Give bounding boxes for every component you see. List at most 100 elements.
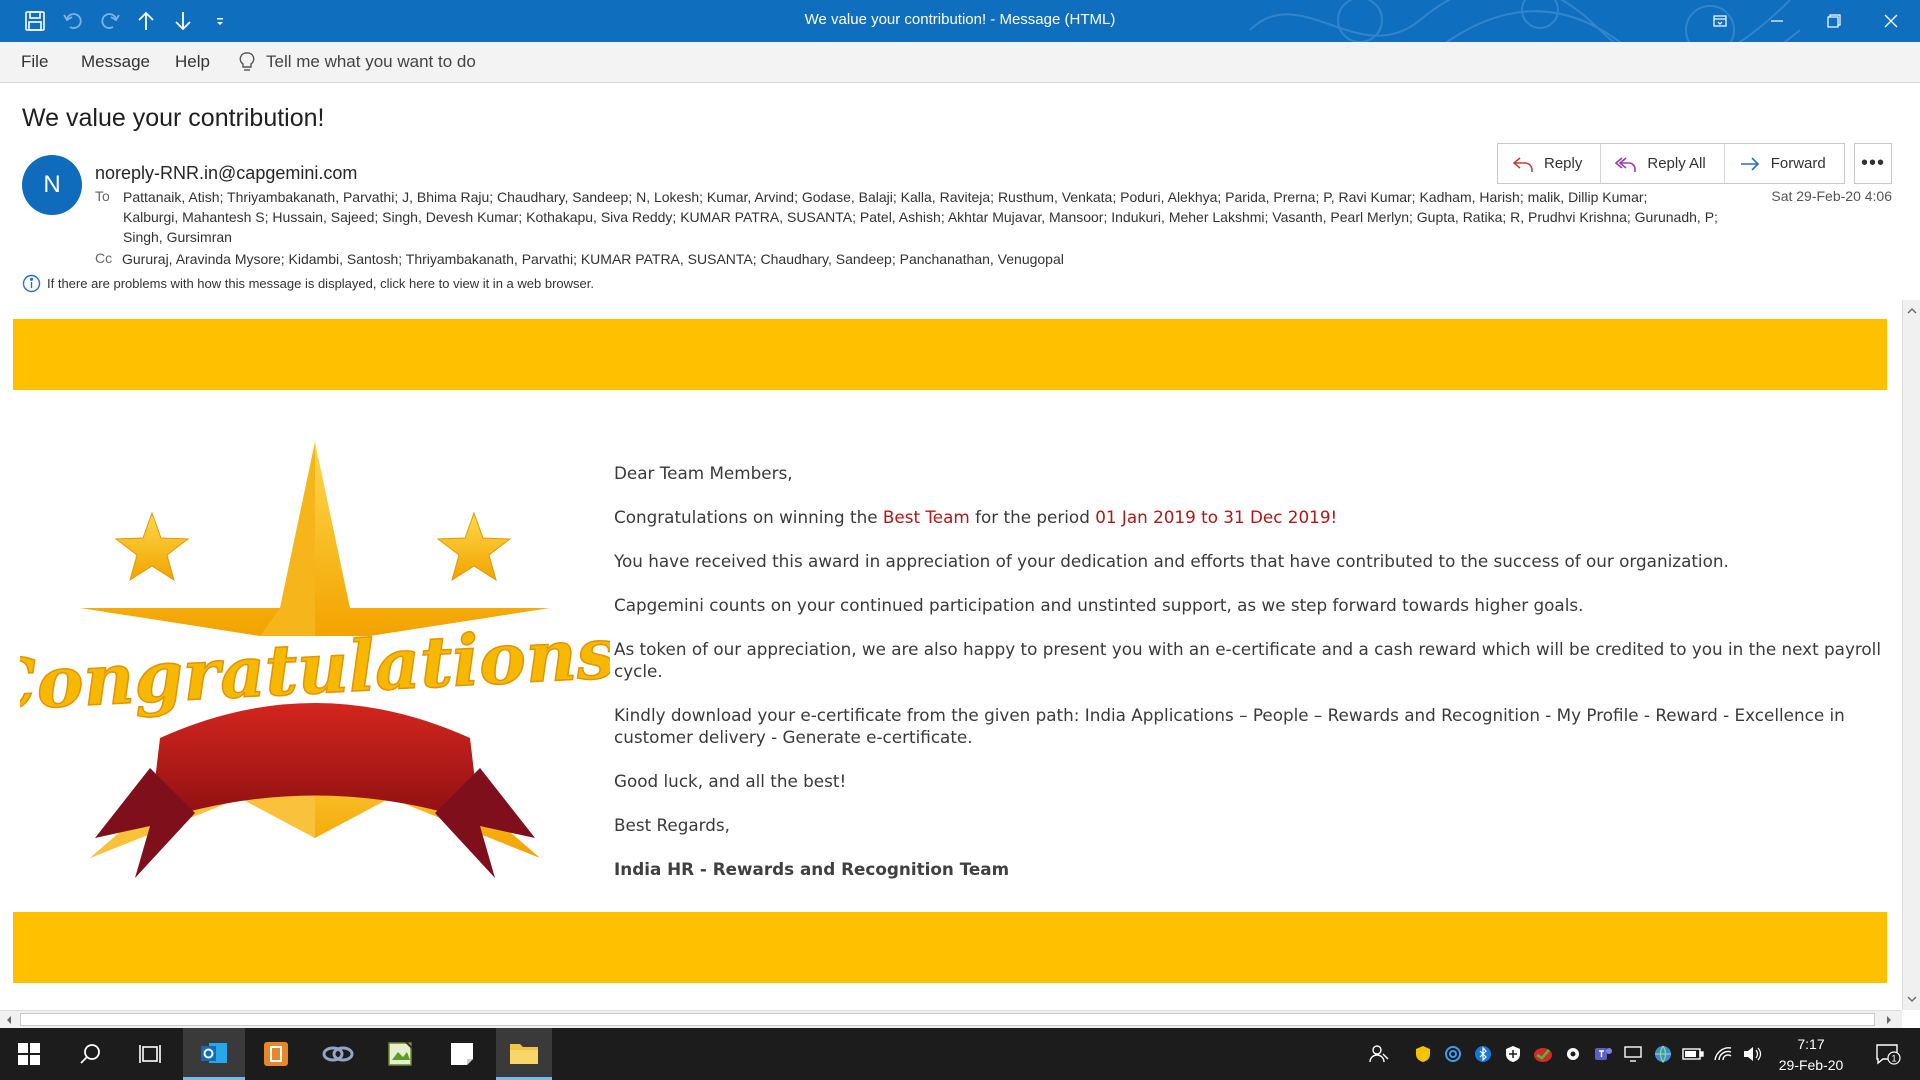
info-bar-text: If there are problems with how this mess… [47,276,594,291]
tab-help[interactable]: Help [175,42,210,82]
window-title: We value your contribution! - Message (H… [804,11,1116,28]
good-luck-paragraph: Good luck, and all the best! [614,771,847,791]
display-tray-icon[interactable] [1620,1028,1646,1080]
sender-avatar[interactable]: N [22,155,82,215]
scroll-right-icon[interactable] [1884,1015,1894,1025]
forward-button[interactable]: Forward [1725,144,1844,183]
volume-icon-glyph [1740,1028,1766,1080]
people-icon[interactable] [1366,1028,1392,1080]
signature: India HR - Rewards and Recognition Team [614,859,1010,879]
to-recipients[interactable]: Pattanaik, Atish; Thriyambakanath, Parva… [123,187,1753,247]
message-actions: Reply Reply All Forward [1497,143,1845,184]
windows-taskbar: 7:17 29-Feb-20 1 [0,1028,1920,1080]
taskbar-network-tool[interactable] [310,1028,366,1080]
taskbar-outlook[interactable] [183,1028,245,1080]
to-recipients-line: Pattanaik, Atish; Thriyambakanath, Parva… [123,189,1648,205]
award-period: 01 Jan 2019 to 31 Dec 2019! [1095,507,1338,527]
reply-button[interactable]: Reply [1498,144,1602,183]
link-chain-icon [322,1046,354,1062]
taskbar-sticky-notes[interactable] [434,1028,490,1080]
team-name: Best Team [882,507,970,527]
horizontal-scroll-thumb[interactable] [20,1013,1875,1026]
taskbar-powerpoint[interactable] [248,1028,304,1080]
horizontal-scrollbar[interactable] [0,1010,1902,1028]
appreciation-paragraph: You have received this award in apprecia… [614,551,1729,571]
vertical-scrollbar[interactable] [1902,300,1920,1010]
greeting: Dear Team Members, [614,463,793,483]
to-label: To [95,188,110,204]
sender-address[interactable]: noreply-RNR.in@capgemini.com [95,163,357,184]
regards-line: Best Regards, [614,815,730,835]
clock-time: 7:17 [1797,1036,1825,1052]
scroll-down-icon[interactable] [1907,994,1917,1004]
image-editor-icon [388,1041,413,1066]
task-view-button[interactable] [122,1028,178,1080]
reply-all-icon [1615,156,1637,172]
lightbulb-icon [239,52,255,71]
ribbon-tabs: File Message Help Tell me what you want … [0,42,1920,83]
message-date: Sat 29-Feb-20 4:06 [1771,188,1892,204]
certificate-paragraph: Kindly download your e-certificate from … [614,705,1845,747]
info-bar[interactable]: If there are problems with how this mess… [22,274,594,293]
clock-date: 29-Feb-20 [1778,1057,1844,1073]
security-shield-tray-icon[interactable] [1410,1028,1436,1080]
top-banner [13,319,1887,390]
taskbar-clock[interactable]: 7:17 29-Feb-20 [1768,1034,1854,1076]
congratulations-text: Congratulations! [20,610,610,728]
more-actions-button[interactable]: ••• [1854,143,1892,184]
title-bar: We value your contribution! - Message (H… [0,0,1920,42]
presentation-app-icon [264,1042,288,1066]
congrats-mid: for the period [969,507,1096,527]
action-center-button[interactable]: 1 [1868,1028,1908,1080]
letter-text: Dear Team Members, Congratulations on wi… [614,462,1886,902]
battery-icon[interactable] [1680,1028,1706,1080]
search-button[interactable] [62,1028,118,1080]
cc-label: Cc [95,250,113,266]
cc-recipients[interactable]: Gururaj, Aravinda Mysore; Kidambi, Santo… [122,249,1064,269]
congrats-paragraph: Congratulations on winning the Best Team… [614,506,1886,528]
info-icon [22,274,41,293]
congratulations-graphic: Congratulations! [20,442,610,878]
to-recipients-line: Kalburgi, Mahantesh S; Hussain, Sajeed; … [123,209,1718,225]
bluetooth-icon[interactable] [1470,1028,1496,1080]
antivirus-tray-icon[interactable] [1530,1028,1556,1080]
vpn-globe-icon[interactable] [1650,1028,1676,1080]
forward-label: Forward [1770,155,1826,172]
tell-me-label: Tell me what you want to do [266,52,476,71]
taskbar-image-editor[interactable] [372,1028,428,1080]
folder-icon [510,1043,538,1064]
tab-file[interactable]: File [21,42,48,82]
forward-icon [1740,156,1759,171]
reply-all-button[interactable]: Reply All [1601,144,1725,183]
notification-count: 1 [1891,1054,1896,1064]
scroll-left-icon[interactable] [4,1015,14,1025]
task-view-icon [139,1045,161,1063]
defender-icon[interactable] [1500,1028,1526,1080]
restore-icon[interactable] [1806,0,1862,42]
to-recipients-line: Singh, Gursimran [123,229,232,245]
taskbar-file-explorer[interactable] [496,1028,552,1080]
tab-message[interactable]: Message [81,42,150,82]
windows-logo-icon [18,1043,40,1065]
scroll-up-icon[interactable] [1907,306,1917,316]
message-body: Congratulations! Dear Team Members, Cong… [0,300,1902,1010]
ribbon-display-options-icon[interactable] [1692,0,1748,42]
reply-label: Reply [1544,155,1583,172]
minimize-icon[interactable] [1749,0,1805,42]
sync-tray-icon[interactable] [1440,1028,1466,1080]
teams-tray-icon[interactable] [1590,1028,1616,1080]
start-button[interactable] [0,1028,58,1080]
sticky-note-icon [451,1043,473,1065]
support-paragraph: Capgemini counts on your continued parti… [614,595,1584,615]
close-icon[interactable] [1863,0,1919,42]
congrats-prefix: Congratulations on winning the [614,507,883,527]
message-subject: We value your contribution! [22,104,325,132]
bottom-banner [13,912,1887,983]
settings-tray-icon[interactable] [1560,1028,1586,1080]
notification-icon: 1 [1876,1044,1901,1065]
reply-all-label: Reply All [1647,155,1706,172]
tell-me-search[interactable]: Tell me what you want to do [238,42,476,82]
wifi-icon[interactable] [1710,1028,1736,1080]
outlook-icon [201,1042,227,1063]
search-icon [80,1044,100,1064]
